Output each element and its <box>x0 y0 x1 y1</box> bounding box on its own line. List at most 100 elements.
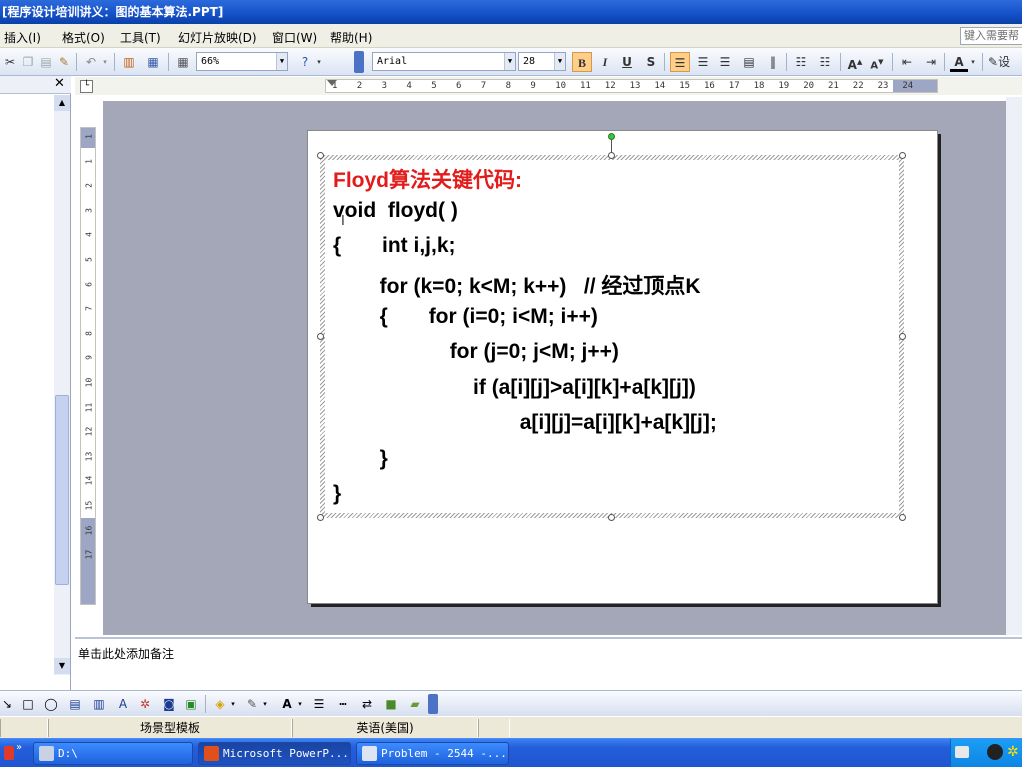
code-line: a[i][j]=a[i][k]+a[k][j]; <box>333 411 717 434</box>
resize-handle[interactable] <box>608 514 615 521</box>
fill-color-icon[interactable]: ◈ <box>211 696 229 712</box>
copy-icon[interactable]: ❐ <box>20 52 36 72</box>
quicklaunch-icon[interactable] <box>4 746 14 760</box>
ruler-tick-label: 5 <box>431 81 437 91</box>
undo-icon[interactable]: ↶ <box>82 52 100 72</box>
undo-dropdown-icon[interactable]: ▾ <box>100 52 110 72</box>
increase-font-icon[interactable]: A▲ <box>846 52 864 72</box>
close-icon[interactable]: ✕ <box>54 76 65 91</box>
menu-window[interactable]: 窗口(W) <box>272 29 317 46</box>
resize-handle[interactable] <box>899 514 906 521</box>
tab-stop-selector[interactable]: └ <box>80 80 93 93</box>
chart-icon[interactable]: ▥ <box>120 52 138 72</box>
scroll-down-icon[interactable]: ▼ <box>54 658 70 674</box>
taskbar-item-label: D:\ <box>58 747 78 760</box>
resize-handle[interactable] <box>317 514 324 521</box>
shadow-style-icon[interactable]: ■ <box>382 696 400 712</box>
outline-scrollbar[interactable]: ▲ ▼ <box>54 95 70 675</box>
menu-help[interactable]: 帮助(H) <box>330 29 372 46</box>
grid-icon[interactable]: ▦ <box>174 52 192 72</box>
resize-handle[interactable] <box>317 152 324 159</box>
ruler-tick-label: 4 <box>406 81 412 91</box>
cut-icon[interactable]: ✂ <box>2 52 18 72</box>
rotation-handle[interactable] <box>608 133 615 140</box>
3d-style-icon[interactable]: ▰ <box>406 696 424 712</box>
scroll-up-icon[interactable]: ▲ <box>54 95 70 111</box>
keyboard-icon[interactable] <box>955 746 969 758</box>
status-empty-cell <box>478 719 510 737</box>
align-center-icon[interactable]: ☰ <box>694 52 712 72</box>
rectangle-icon[interactable]: □ <box>20 696 36 712</box>
help-search-input[interactable]: 键入需要帮 <box>960 27 1022 45</box>
ruler-tick-label: 12 <box>84 426 94 437</box>
select-arrow-icon[interactable]: ↘ <box>0 696 14 712</box>
underline-button[interactable]: U <box>618 52 636 72</box>
horizontal-ruler[interactable]: 1 2 3 4 5 6 7 8 9 10 11 12 13 14 15 16 17 18 19 20 21 22 23 24 <box>325 79 938 93</box>
textbox-icon[interactable]: ▤ <box>66 696 84 712</box>
line-dropdown-icon[interactable]: ▾ <box>261 696 269 712</box>
font-size-select[interactable]: 28 ▼ <box>518 52 566 71</box>
help-icon[interactable]: ? <box>296 52 314 72</box>
clipart-icon[interactable]: ◙ <box>160 696 178 712</box>
toolbar-overflow-icon[interactable] <box>354 51 364 73</box>
wordart-icon[interactable]: A <box>114 696 132 712</box>
format-painter-icon[interactable]: ✎ <box>56 52 72 72</box>
vertical-ruler[interactable]: 1 1 2 3 4 5 6 7 8 9 10 11 12 13 14 15 16 17 <box>80 127 96 605</box>
paste-icon[interactable]: ▤ <box>38 52 54 72</box>
decrease-indent-icon[interactable]: ⇤ <box>898 52 916 72</box>
increase-indent-icon[interactable]: ⇥ <box>922 52 940 72</box>
chevron-down-icon[interactable]: ▼ <box>276 53 287 70</box>
indent-marker-icon[interactable] <box>327 80 337 86</box>
vertical-textbox-icon[interactable]: ▥ <box>90 696 108 712</box>
oval-icon[interactable]: ◯ <box>42 696 60 712</box>
picture-icon[interactable]: ▣ <box>182 696 200 712</box>
slide-scrollbar[interactable] <box>1006 97 1022 635</box>
columns-icon[interactable]: ‖ <box>764 52 782 72</box>
bold-button[interactable]: B <box>572 52 592 72</box>
font-color-icon[interactable]: A <box>950 52 968 72</box>
font-color-dropdown-icon[interactable]: ▾ <box>296 696 304 712</box>
menu-slideshow[interactable]: 幻灯片放映(D) <box>178 29 257 46</box>
help-dropdown-icon[interactable]: ▾ <box>314 52 324 72</box>
quicklaunch-expand-icon[interactable]: » <box>16 742 22 753</box>
ruler-tick-label: 19 <box>778 81 790 91</box>
fill-dropdown-icon[interactable]: ▾ <box>229 696 237 712</box>
table-icon[interactable]: ▦ <box>144 52 162 72</box>
line-style-icon[interactable]: ☰ <box>310 696 328 712</box>
decrease-font-icon[interactable]: A▼ <box>868 52 886 72</box>
scroll-thumb[interactable] <box>55 395 69 585</box>
menu-tools[interactable]: 工具(T) <box>120 29 161 46</box>
taskbar-item-browser[interactable]: Problem - 2544 -... <box>356 742 509 765</box>
diagram-icon[interactable]: ✲ <box>136 696 154 712</box>
chevron-down-icon[interactable]: ▼ <box>504 53 515 70</box>
justify-icon[interactable]: ▤ <box>740 52 758 72</box>
resize-handle[interactable] <box>317 333 324 340</box>
italic-button[interactable]: I <box>596 52 614 72</box>
dash-style-icon[interactable]: ┅ <box>334 696 352 712</box>
line-color-icon[interactable]: ✎ <box>243 696 261 712</box>
menu-insert[interactable]: 插入(I) <box>4 29 41 46</box>
resize-handle[interactable] <box>899 333 906 340</box>
shadow-button[interactable]: S <box>642 52 660 72</box>
design-button[interactable]: ✎设 <box>988 52 1022 72</box>
resize-handle[interactable] <box>608 152 615 159</box>
font-name-select[interactable]: Arial ▼ <box>372 52 516 71</box>
align-right-icon[interactable]: ☰ <box>716 52 734 72</box>
resize-handle[interactable] <box>899 152 906 159</box>
taskbar-item-explorer[interactable]: D:\ <box>33 742 193 765</box>
ime-sparkle-icon[interactable]: ✲ <box>1007 744 1019 760</box>
menu-format[interactable]: 格式(O) <box>62 29 105 46</box>
ime-icon[interactable] <box>987 744 1003 760</box>
font-color-draw-icon[interactable]: A <box>278 696 296 712</box>
numbered-list-icon[interactable]: ☷ <box>792 52 810 72</box>
bulleted-list-icon[interactable]: ☷ <box>816 52 834 72</box>
align-left-icon[interactable]: ☰ <box>670 52 690 72</box>
taskbar-item-powerpoint[interactable]: Microsoft PowerP... <box>198 742 351 765</box>
toolbar-overflow-icon[interactable] <box>428 694 438 714</box>
font-color-dropdown-icon[interactable]: ▾ <box>968 52 978 72</box>
arrow-style-icon[interactable]: ⇄ <box>358 696 376 712</box>
notes-pane[interactable]: 单击此处添加备注 <box>75 637 1022 689</box>
window-title-bar[interactable]: [程序设计培训讲义：图的基本算法.PPT] <box>0 0 1022 24</box>
zoom-select[interactable]: 66% ▼ <box>196 52 288 71</box>
chevron-down-icon[interactable]: ▼ <box>554 53 565 70</box>
